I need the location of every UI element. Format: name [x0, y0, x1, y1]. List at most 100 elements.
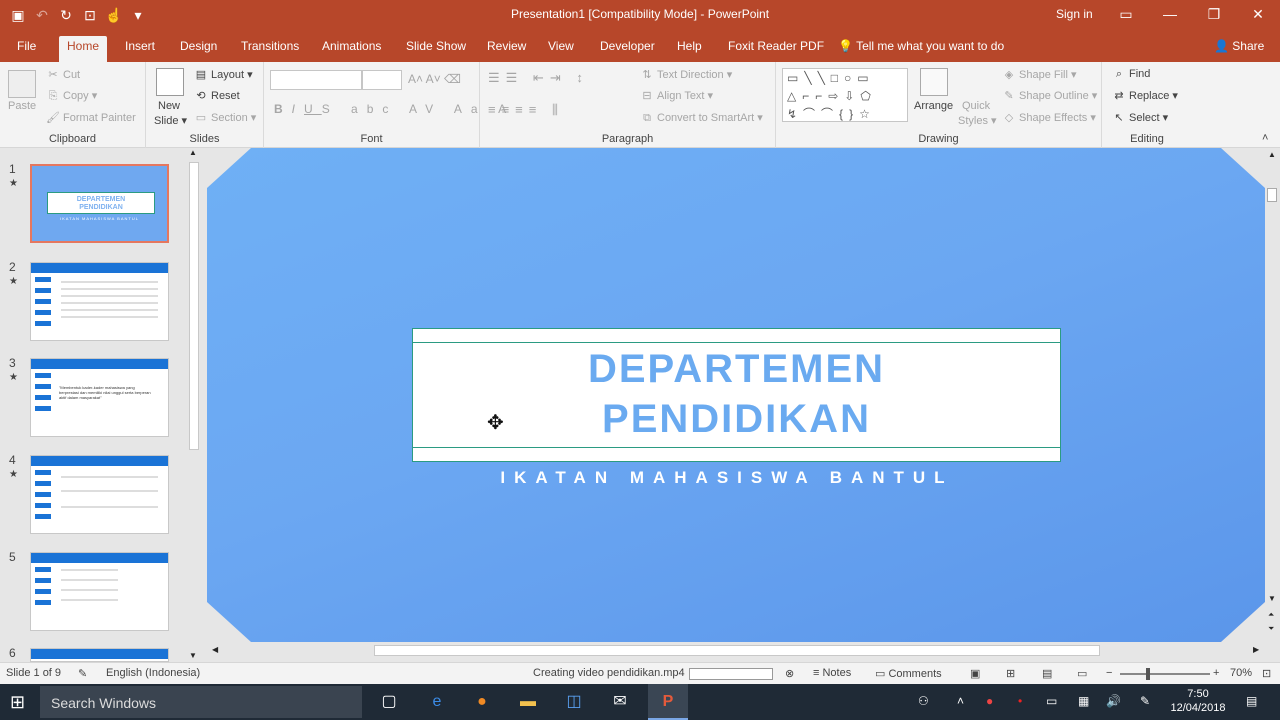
copy-button[interactable]: ⎘ Copy ▾ [46, 89, 98, 103]
quick-styles-button[interactable]: Styles ▾ [958, 114, 997, 127]
font-size-combobox[interactable] [362, 70, 402, 90]
slide-thumbnail-6[interactable] [30, 648, 169, 662]
share-button[interactable]: 👤 Share [1214, 39, 1264, 53]
shapes-gallery[interactable]: ▭╲╲□○▭ △⌐⌐⇨⇩⬠ ↯⌒⌒{}☆ [782, 68, 908, 122]
format-painter-button[interactable]: 🖌 Format Painter [46, 111, 136, 124]
slide-thumbnail-3[interactable]: "Membentuk kader-kader mahasiswa yang be… [30, 358, 169, 437]
pen-workspace-icon[interactable]: ✎ [1140, 694, 1150, 708]
windows-start-icon[interactable]: ⊞ [10, 692, 25, 713]
font-size-buttons[interactable]: A˄ A˅ ⌫ [408, 72, 461, 86]
tab-design[interactable]: Design [172, 36, 225, 62]
store-icon[interactable]: ◫ [562, 690, 586, 714]
arrange-button[interactable]: Arrange [914, 100, 953, 112]
new-slide-line1[interactable]: New [158, 100, 180, 112]
scroll-right-icon[interactable]: ▶ [1253, 645, 1259, 654]
restore-icon[interactable]: ❐ [1192, 0, 1236, 30]
powerpoint-icon[interactable]: P [656, 690, 680, 714]
slide-thumbnail-1[interactable]: DEPARTEMEN PENDIDIKAN IKATAN MAHASISWA B… [30, 164, 169, 243]
scroll-up-icon[interactable]: ▲ [189, 148, 197, 157]
font-name-combobox[interactable] [270, 70, 362, 90]
taskbar-clock[interactable]: 7:50 12/04/2018 [1168, 687, 1228, 715]
collapse-ribbon-icon[interactable]: ˄ [1262, 132, 1268, 144]
align-text-button[interactable]: ⊟ Align Text ▾ [640, 89, 713, 102]
mail-icon[interactable]: ✉ [608, 690, 632, 714]
scrollbar-thumb[interactable] [1267, 188, 1277, 202]
slideshow-view-icon[interactable]: ▭ [1077, 667, 1087, 680]
scroll-down-icon[interactable]: ▼ [1268, 594, 1276, 603]
scrollbar-thumb[interactable] [189, 162, 199, 450]
cancel-task-icon[interactable]: ⊗ [785, 667, 794, 680]
paste-button[interactable]: Paste [8, 100, 36, 112]
scroll-down-icon[interactable]: ▼ [189, 651, 197, 660]
tray-chevron-icon[interactable]: ˄ [957, 694, 964, 708]
scrollbar-thumb[interactable] [374, 645, 1100, 656]
tab-animations[interactable]: Animations [314, 36, 389, 62]
select-button[interactable]: ↖ Select ▾ [1112, 111, 1168, 124]
zoom-out-icon[interactable]: − [1106, 667, 1112, 679]
tab-insert[interactable]: Insert [117, 36, 163, 62]
quick-styles-line1[interactable]: Quick [962, 100, 990, 112]
volume-icon[interactable]: 🔊 [1106, 694, 1121, 708]
fit-slide-icon[interactable]: ⊡ [1262, 667, 1271, 680]
network-icon[interactable]: ▦ [1078, 694, 1089, 708]
slide-sorter-icon[interactable]: ⊞ [1006, 667, 1015, 680]
title-placeholder[interactable]: DEPARTEMEN PENDIDIKAN [412, 328, 1061, 462]
next-slide-icon[interactable]: ⏷ [1268, 624, 1274, 634]
zoom-in-icon[interactable]: + [1213, 667, 1219, 679]
people-icon[interactable]: ⚇ [918, 694, 929, 708]
text-direction-button[interactable]: ⇅ Text Direction ▾ [640, 68, 732, 81]
firefox-icon[interactable]: ● [470, 690, 494, 714]
tab-help[interactable]: Help [669, 36, 710, 62]
sign-in-link[interactable]: Sign in [1056, 7, 1093, 21]
convert-smartart-button[interactable]: ⧉ Convert to SmartArt ▾ [640, 111, 763, 125]
language-indicator[interactable]: English (Indonesia) [106, 667, 200, 679]
slide-thumbnail-5[interactable] [30, 552, 169, 631]
reset-button[interactable]: ⟲ Reset [194, 89, 239, 102]
slide-vertical-scrollbar[interactable]: ▲ ▼ ⏶ ⏷ [1265, 148, 1280, 642]
shape-fill-button[interactable]: ◈ Shape Fill ▾ [1002, 68, 1077, 81]
previous-slide-icon[interactable]: ⏶ [1268, 610, 1274, 620]
close-icon[interactable]: ✕ [1236, 0, 1280, 30]
ribbon-display-options-icon[interactable]: ▭ [1104, 0, 1148, 30]
replace-button[interactable]: ⇄ Replace ▾ [1112, 89, 1178, 102]
cut-button[interactable]: ✂ Cut [46, 68, 80, 81]
slide-subtitle[interactable]: IKATAN MAHASISWA BANTUL [207, 468, 1247, 488]
slide-thumbnail-2[interactable] [30, 262, 169, 341]
slide-horizontal-scrollbar[interactable]: ◀ ▶ [207, 642, 1265, 660]
edge-icon[interactable]: e [425, 690, 449, 714]
zoom-slider[interactable] [1120, 673, 1210, 675]
tab-view[interactable]: View [540, 36, 582, 62]
scroll-up-icon[interactable]: ▲ [1268, 150, 1276, 159]
find-button[interactable]: ⌕ Find [1112, 68, 1151, 81]
zoom-level[interactable]: 70% [1230, 667, 1252, 679]
tab-file[interactable]: File [9, 36, 44, 62]
new-slide-button[interactable]: Slide ▾ [154, 114, 187, 127]
thumbnails-scrollbar[interactable]: ▲ ▼ [186, 148, 202, 662]
chrome-tray-icon[interactable]: ● [986, 694, 993, 708]
tab-transitions[interactable]: Transitions [233, 36, 307, 62]
align-buttons[interactable]: ≡≡≡≡ ⫼ [488, 102, 564, 118]
scroll-left-icon[interactable]: ◀ [212, 645, 218, 654]
notifications-icon[interactable]: ▤ [1246, 694, 1257, 708]
shape-effects-button[interactable]: ◇ Shape Effects ▾ [1002, 111, 1096, 124]
tab-foxit-reader-pdf[interactable]: Foxit Reader PDF [720, 36, 832, 62]
taskbar-search[interactable]: Search Windows [40, 686, 362, 718]
spelling-icon[interactable]: ✎ [78, 667, 87, 680]
tab-home[interactable]: Home [59, 36, 108, 62]
shape-outline-button[interactable]: ✎ Shape Outline ▾ [1002, 89, 1097, 102]
minimize-icon[interactable]: — [1148, 0, 1192, 30]
file-explorer-icon[interactable]: ▬ [516, 690, 540, 714]
section-button[interactable]: ▭ Section ▾ [194, 111, 256, 124]
slide-thumbnail-4[interactable] [30, 455, 169, 534]
slide-editor[interactable]: DEPARTEMEN PENDIDIKAN IKATAN MAHASISWA B… [207, 148, 1265, 642]
list-buttons[interactable]: ☰☰ ⇤⇥ ↕ [488, 70, 589, 86]
task-view-icon[interactable]: ▢ [377, 690, 401, 714]
zoom-slider-handle[interactable] [1146, 668, 1150, 680]
notes-button[interactable]: ≡ Notes [813, 667, 851, 679]
normal-view-icon[interactable]: ▣ [970, 667, 980, 680]
recorder-tray-icon[interactable]: • [1018, 694, 1022, 708]
reading-view-icon[interactable]: ▤ [1042, 667, 1052, 680]
tab-slide-show[interactable]: Slide Show [398, 36, 474, 62]
battery-icon[interactable]: ▭ [1046, 694, 1057, 708]
tell-me-search[interactable]: 💡 Tell me what you want to do [838, 39, 1004, 53]
